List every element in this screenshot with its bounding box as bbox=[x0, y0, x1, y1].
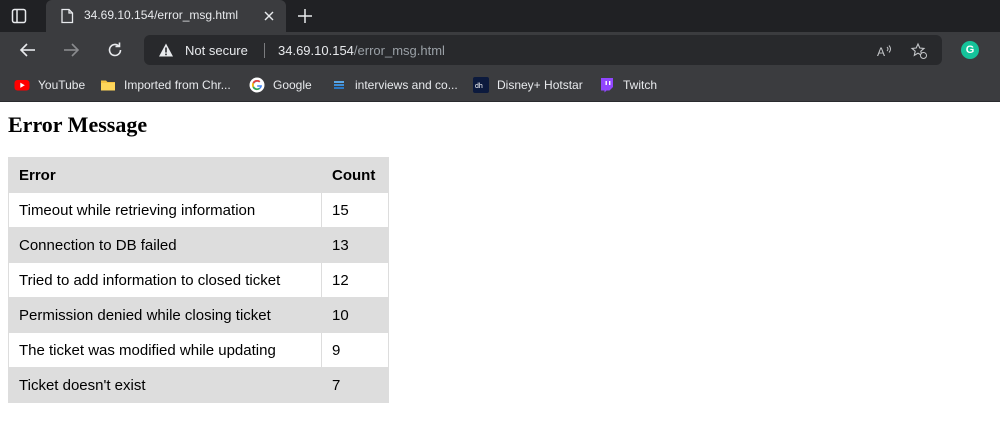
error-cell: Timeout while retrieving information bbox=[8, 192, 322, 228]
count-cell: 13 bbox=[321, 227, 389, 263]
folder-icon bbox=[100, 77, 116, 93]
address-bar[interactable]: Not secure 34.69.10.154/error_msg.html A bbox=[144, 35, 942, 65]
count-cell: 12 bbox=[321, 262, 389, 298]
table-row: The ticket was modified while updating 9 bbox=[8, 332, 389, 368]
url-path: /error_msg.html bbox=[353, 43, 445, 58]
count-cell: 9 bbox=[321, 332, 389, 368]
table-row: Ticket doesn't exist 7 bbox=[8, 367, 389, 403]
tab-actions-icon[interactable] bbox=[10, 7, 28, 25]
address-divider bbox=[264, 43, 265, 58]
table-row: Permission denied while closing ticket 1… bbox=[8, 297, 389, 333]
page-content: Error Message Error Count Timeout while … bbox=[0, 102, 1000, 439]
bookmark-google[interactable]: Google bbox=[249, 76, 312, 93]
table-header-row: Error Count bbox=[8, 157, 389, 193]
security-label[interactable]: Not secure bbox=[185, 43, 248, 58]
column-header-count: Count bbox=[321, 157, 389, 193]
twitch-icon bbox=[599, 77, 615, 93]
url-host: 34.69.10.154 bbox=[278, 43, 354, 58]
url-text[interactable]: 34.69.10.154/error_msg.html bbox=[278, 43, 445, 58]
bookmark-label: Disney+ Hotstar bbox=[497, 77, 583, 92]
youtube-icon bbox=[14, 77, 30, 93]
table-row: Timeout while retrieving information 15 bbox=[8, 192, 389, 228]
read-aloud-icon[interactable]: A bbox=[876, 42, 894, 60]
warning-icon[interactable] bbox=[158, 42, 174, 58]
favorites-star-icon[interactable] bbox=[910, 42, 928, 60]
bookmark-label: Twitch bbox=[623, 77, 658, 92]
bookmark-folder-imported[interactable]: Imported from Chr... bbox=[100, 76, 231, 93]
tab-title: 34.69.10.154/error_msg.html bbox=[84, 8, 239, 22]
new-tab-icon[interactable] bbox=[296, 7, 314, 25]
page-icon bbox=[60, 8, 74, 24]
bookmark-hotstar[interactable]: dh Disney+ Hotstar bbox=[473, 76, 583, 93]
error-cell: The ticket was modified while updating bbox=[8, 332, 322, 368]
bookmark-label: Google bbox=[273, 77, 312, 92]
forward-arrow-icon[interactable] bbox=[61, 40, 81, 60]
table-row: Tried to add information to closed ticke… bbox=[8, 262, 389, 298]
bookmark-twitch[interactable]: Twitch bbox=[599, 76, 657, 93]
error-cell: Permission denied while closing ticket bbox=[8, 297, 322, 333]
google-icon bbox=[249, 77, 265, 93]
error-cell: Ticket doesn't exist bbox=[8, 367, 322, 403]
count-cell: 10 bbox=[321, 297, 389, 333]
page-title: Error Message bbox=[8, 112, 148, 137]
back-arrow-icon[interactable] bbox=[18, 40, 38, 60]
refresh-icon[interactable] bbox=[105, 40, 125, 60]
close-tab-icon[interactable] bbox=[262, 9, 276, 23]
browser-toolbar: Not secure 34.69.10.154/error_msg.html A… bbox=[0, 32, 1000, 68]
error-cell: Tried to add information to closed ticke… bbox=[8, 262, 322, 298]
stack-icon bbox=[331, 77, 347, 93]
bookmark-interviews[interactable]: interviews and co... bbox=[331, 76, 458, 93]
active-tab[interactable]: 34.69.10.154/error_msg.html bbox=[46, 0, 286, 32]
count-cell: 15 bbox=[321, 192, 389, 228]
bookmark-label: interviews and co... bbox=[355, 77, 458, 92]
bookmark-youtube[interactable]: YouTube bbox=[14, 76, 85, 93]
svg-text:A: A bbox=[877, 45, 885, 59]
hotstar-icon: dh bbox=[473, 76, 489, 93]
grammarly-extension-icon[interactable]: G bbox=[961, 41, 979, 59]
bookmark-label: YouTube bbox=[38, 77, 86, 92]
table-row: Connection to DB failed 13 bbox=[8, 227, 389, 263]
error-cell: Connection to DB failed bbox=[8, 227, 322, 263]
svg-text:dh: dh bbox=[475, 83, 483, 90]
error-table: Error Count Timeout while retrieving inf… bbox=[8, 157, 389, 403]
count-cell: 7 bbox=[321, 367, 389, 403]
tab-strip: 34.69.10.154/error_msg.html bbox=[0, 0, 1000, 32]
bookmarks-bar: YouTube Imported from Chr... Google inte… bbox=[0, 68, 1000, 102]
bookmark-label: Imported from Chr... bbox=[124, 77, 231, 92]
column-header-error: Error bbox=[8, 157, 322, 193]
